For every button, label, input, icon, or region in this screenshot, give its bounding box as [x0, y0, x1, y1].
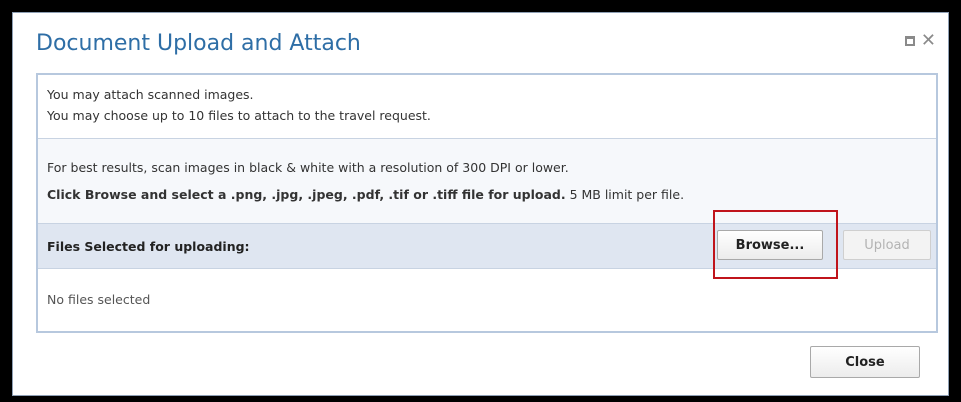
maximize-icon[interactable]: [904, 36, 915, 46]
content-box: You may attach scanned images. You may c…: [36, 73, 938, 333]
instructions-line-1: For best results, scan images in black &…: [47, 160, 569, 175]
upload-button[interactable]: Upload: [843, 230, 931, 260]
dialog-title: Document Upload and Attach: [36, 31, 361, 56]
instructions-limit-text: 5 MB limit per file.: [565, 187, 685, 202]
files-header: Files Selected for uploading: Browse... …: [38, 210, 936, 279]
screen-frame: Document Upload and Attach ✕ You may att…: [0, 0, 961, 402]
instructions-line-2: Click Browse and select a .png, .jpg, .j…: [47, 187, 684, 202]
instructions-bold-text: Click Browse and select a .png, .jpg, .j…: [47, 187, 566, 202]
browse-button[interactable]: Browse...: [717, 230, 823, 260]
close-button[interactable]: Close: [810, 346, 920, 378]
close-icon[interactable]: ✕: [921, 32, 936, 50]
files-empty-text: No files selected: [47, 292, 151, 307]
window-controls: ✕: [904, 32, 936, 50]
info-section: You may attach scanned images. You may c…: [38, 75, 936, 139]
files-selected-label: Files Selected for uploading:: [47, 239, 250, 254]
dialog-titlebar: Document Upload and Attach ✕: [13, 13, 948, 69]
info-line-2: You may choose up to 10 files to attach …: [47, 108, 431, 123]
info-line-1: You may attach scanned images.: [47, 87, 254, 102]
upload-dialog: Document Upload and Attach ✕ You may att…: [12, 12, 949, 396]
